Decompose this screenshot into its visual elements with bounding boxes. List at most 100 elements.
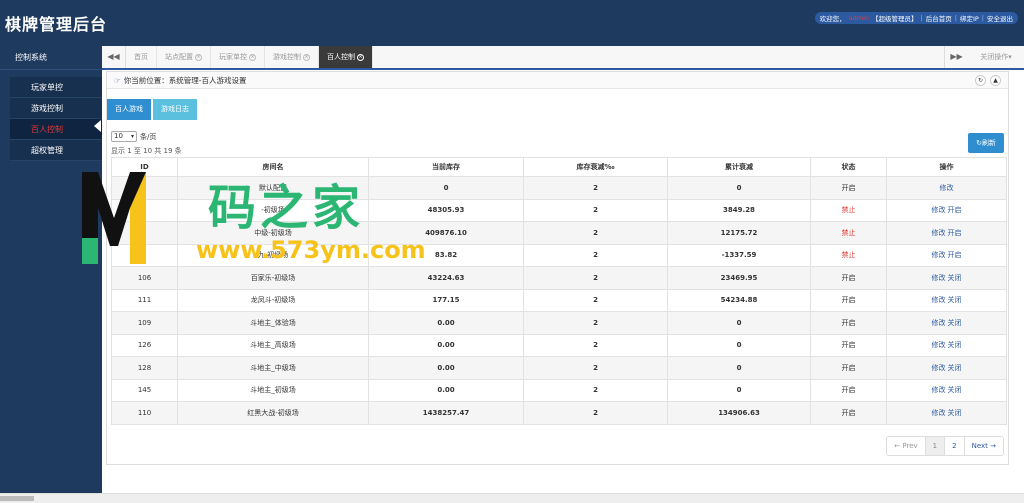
tab-site-config[interactable]: 站点配置 × — [157, 46, 211, 68]
breadcrumb: ☞ 你当前位置：系统管理-百人游戏设置 — [107, 72, 1008, 89]
close-operations-dropdown[interactable]: 关闭操作▾ — [968, 46, 1024, 68]
tab-scroll-right-icon[interactable]: ▶▶ — [944, 46, 968, 68]
status-cell: 开启 — [810, 176, 887, 200]
table-info: 显示 1 至 10 共 19 条 — [111, 147, 182, 155]
total-decay: 0 — [667, 311, 811, 335]
stock-decay: 2 — [523, 198, 668, 222]
watermark-logo-icon — [82, 172, 146, 264]
stock-decay: 2 — [523, 288, 668, 312]
tab-close-icon[interactable]: × — [249, 53, 256, 61]
page-button[interactable]: 1 — [925, 437, 946, 455]
edit-link[interactable]: 修改 — [932, 341, 946, 349]
refresh-button[interactable]: ↻刷新 — [968, 133, 1004, 153]
bind-ip-link[interactable]: 绑定IP — [960, 13, 979, 23]
pointing-hand-icon: ☞ — [114, 76, 121, 85]
tab-game-control[interactable]: 游戏控制 × — [265, 46, 319, 68]
column-header[interactable]: 库存衰减‰ — [523, 157, 668, 177]
sidebar-item-super-admin[interactable]: 超权管理 — [10, 140, 102, 161]
toggle-status-link[interactable]: 关闭 — [948, 296, 962, 304]
tab-hundred-control[interactable]: 百人控制 × — [319, 46, 373, 68]
toggle-status-link[interactable]: 开启 — [948, 251, 962, 259]
stock-decay: 2 — [523, 333, 668, 357]
room-name: 斗地主_中级场 — [177, 356, 369, 380]
table-row: 145 斗地主_初级场 0.00 2 0 开启 修改 关闭 — [111, 378, 1007, 402]
home-link[interactable]: 后台首页 — [926, 13, 952, 23]
total-decay: 134906.63 — [667, 401, 811, 425]
logout-link[interactable]: 安全退出 — [987, 13, 1013, 23]
sidebar-item-game-control[interactable]: 游戏控制 — [10, 98, 102, 119]
status-cell: 开启 — [810, 401, 887, 425]
current-stock: 177.15 — [368, 288, 524, 312]
status-cell: 开启 — [810, 333, 887, 357]
stock-decay: 2 — [523, 243, 668, 267]
edit-link[interactable]: 修改 — [932, 229, 946, 237]
edit-link[interactable]: 修改 — [932, 386, 946, 394]
page-size-select[interactable]: 10 — [111, 131, 137, 142]
toggle-status-link[interactable]: 关闭 — [948, 341, 962, 349]
sidebar-section-title[interactable]: 控制系统 — [0, 46, 102, 70]
edit-link[interactable]: 修改 — [932, 364, 946, 372]
edit-link[interactable]: 修改 — [932, 409, 946, 417]
edit-link[interactable]: 修改 — [932, 319, 946, 327]
page-button[interactable]: 2 — [945, 437, 965, 455]
total-decay: 0 — [667, 378, 811, 402]
next-page-button[interactable]: Next → — [964, 437, 1003, 455]
tab-label: 百人控制 — [327, 53, 355, 61]
horizontal-scrollbar[interactable] — [0, 493, 1024, 503]
column-header[interactable]: 状态 — [810, 157, 887, 177]
tab-home[interactable]: 首页 — [126, 46, 157, 68]
column-header[interactable]: 累计衰减 — [667, 157, 811, 177]
status-cell: 开启 — [810, 356, 887, 380]
current-stock: 0 — [368, 176, 524, 200]
total-decay: 0 — [667, 176, 811, 200]
toggle-status-link[interactable]: 关闭 — [948, 364, 962, 372]
tab-scroll-left-icon[interactable]: ◀◀ — [102, 46, 126, 68]
toggle-status-link[interactable]: 开启 — [948, 206, 962, 214]
current-stock: 0.00 — [368, 378, 524, 402]
prev-page-button[interactable]: ← Prev — [887, 437, 926, 455]
edit-link[interactable]: 修改 — [932, 251, 946, 259]
tab-close-icon[interactable]: × — [303, 53, 310, 61]
collapse-icon[interactable]: ▲ — [990, 75, 1001, 86]
toggle-status-link[interactable]: 关闭 — [948, 319, 962, 327]
edit-link[interactable]: 修改 — [940, 184, 954, 192]
row-actions: 修改 关闭 — [886, 288, 1007, 312]
edit-link[interactable]: 修改 — [932, 296, 946, 304]
toggle-status-link[interactable]: 关闭 — [948, 274, 962, 282]
sidebar-item-player-control[interactable]: 玩家单控 — [10, 77, 102, 98]
toggle-status-link[interactable]: 关闭 — [948, 409, 962, 417]
edit-link[interactable]: 修改 — [932, 206, 946, 214]
tab-game-log[interactable]: 游戏日志 — [153, 99, 197, 120]
reload-icon[interactable]: ↻ — [975, 75, 986, 86]
row-actions: 修改 — [886, 176, 1007, 200]
row-id: 109 — [111, 311, 178, 335]
edit-link[interactable]: 修改 — [932, 274, 946, 282]
table-row: 128 斗地主_中级场 0.00 2 0 开启 修改 关闭 — [111, 356, 1007, 380]
top-header: 棋牌管理后台 欢迎您， admin 【超级管理员】 | 后台首页 | 绑定IP … — [0, 0, 1024, 46]
row-actions: 修改 关闭 — [886, 333, 1007, 357]
tab-close-icon[interactable]: × — [195, 53, 202, 61]
toggle-status-link[interactable]: 关闭 — [948, 386, 962, 394]
row-id: 111 — [111, 288, 178, 312]
pagination: ← Prev 1 2 Next → — [886, 436, 1004, 456]
row-actions: 修改 关闭 — [886, 311, 1007, 335]
divider: | — [981, 14, 984, 22]
column-header[interactable]: 操作 — [886, 157, 1007, 177]
stock-decay: 2 — [523, 401, 668, 425]
column-header[interactable]: 当前库存 — [368, 157, 524, 177]
sidebar-item-hundred-control[interactable]: 百人控制 — [10, 119, 102, 140]
tab-hundred-games[interactable]: 百人游戏 — [107, 99, 151, 120]
tab-player-control[interactable]: 玩家单控 × — [211, 46, 265, 68]
total-decay: 0 — [667, 333, 811, 357]
current-stock: 48305.93 — [368, 198, 524, 222]
toggle-status-link[interactable]: 开启 — [948, 229, 962, 237]
divider: | — [954, 14, 957, 22]
table-row: 111 龙凤斗-初级场 177.15 2 54234.88 开启 修改 关闭 — [111, 288, 1007, 312]
scrollbar-thumb[interactable] — [0, 496, 34, 501]
row-id: 126 — [111, 333, 178, 357]
sub-tabs: 百人游戏 游戏日志 — [107, 99, 197, 120]
status-cell: 开启 — [810, 288, 887, 312]
tab-close-icon[interactable]: × — [357, 53, 364, 61]
username: admin — [848, 14, 870, 22]
tab-label: 游戏控制 — [273, 53, 301, 61]
